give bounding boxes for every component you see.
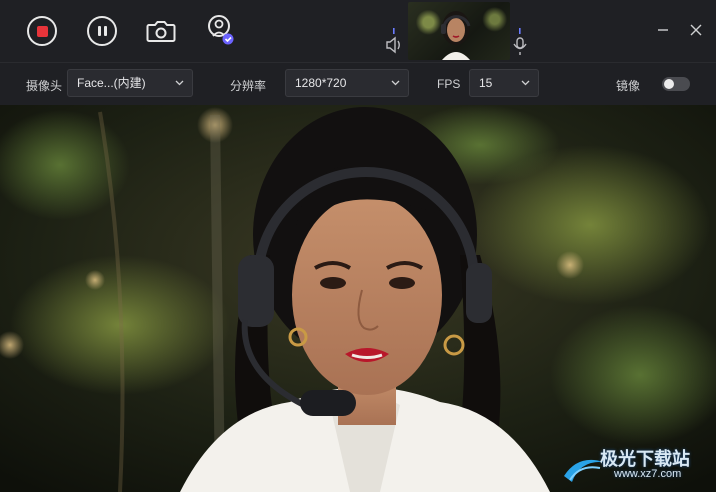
fps-select[interactable]: 15	[469, 69, 539, 97]
record-stop-button[interactable]	[27, 16, 57, 46]
mirror-toggle[interactable]	[662, 77, 690, 91]
camera-preview-thumbnail[interactable]	[408, 2, 510, 60]
chevron-down-icon	[391, 80, 400, 86]
resolution-label: 分辨率	[230, 79, 267, 93]
speaker-icon[interactable]	[386, 28, 404, 54]
camera-select[interactable]: Face...(内建)	[67, 69, 193, 97]
minimize-icon[interactable]	[655, 22, 671, 38]
camera-video-feed	[0, 105, 716, 492]
chevron-down-icon	[175, 80, 184, 86]
toggle-knob	[664, 79, 674, 89]
pause-icon	[97, 26, 107, 36]
camera-select-value: Face...(内建)	[77, 76, 146, 90]
resolution-select[interactable]: 1280*720	[285, 69, 409, 97]
microphone-icon[interactable]	[512, 28, 528, 56]
watermark-url: www.xz7.com	[614, 468, 682, 480]
chevron-down-icon	[521, 80, 530, 86]
close-icon[interactable]	[688, 22, 704, 38]
fps-label: FPS	[437, 77, 461, 91]
settings-bar: 摄像头 Face...(内建) 分辨率 1280*720 FPS 15 镜像	[0, 62, 716, 105]
pause-button[interactable]	[87, 16, 117, 46]
mirror-label: 镜像	[616, 79, 641, 93]
camera-icon[interactable]	[146, 18, 176, 44]
resolution-select-value: 1280*720	[295, 76, 347, 90]
camera-label: 摄像头	[26, 79, 63, 93]
video-frame	[0, 105, 716, 492]
fps-select-value: 15	[479, 76, 493, 90]
record-stop-icon	[36, 25, 48, 37]
avatar-check-icon[interactable]	[206, 14, 236, 46]
top-toolbar	[0, 0, 716, 62]
